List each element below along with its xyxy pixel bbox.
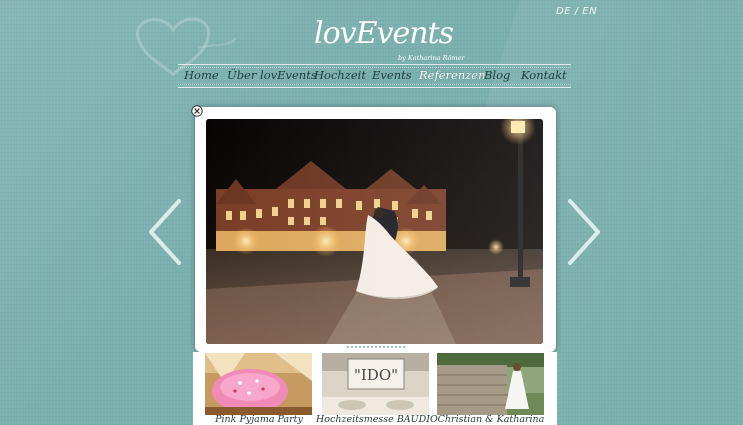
nav-item-home[interactable]: Home — [184, 68, 219, 82]
thumbnail-pink-pyjama-party[interactable] — [205, 353, 312, 415]
pagination-dot[interactable] — [403, 346, 405, 348]
slideshow-pagination — [343, 346, 413, 350]
pagination-dot[interactable] — [343, 346, 345, 348]
lang-en-link[interactable]: EN — [582, 6, 597, 17]
bride-wall-photo — [437, 353, 544, 415]
cupcake-photo — [205, 353, 312, 415]
pagination-dot[interactable] — [375, 346, 377, 348]
slideshow-photo[interactable] — [206, 119, 543, 344]
pagination-dot[interactable] — [387, 346, 389, 348]
lang-de-link[interactable]: DE — [556, 6, 571, 17]
ido-sign-text: "IDO" — [354, 366, 398, 384]
pagination-dot[interactable] — [391, 346, 393, 348]
thumbnail-caption: Hochzeitsmesse BAUDIO — [316, 414, 438, 425]
pagination-dot[interactable] — [371, 346, 373, 348]
language-switch: DE / EN — [556, 6, 597, 17]
pagination-dot[interactable] — [355, 346, 357, 348]
logo-subtitle: by Katharina Römer — [398, 54, 465, 62]
nav-item-wedding[interactable]: Hochzeit — [314, 68, 366, 82]
thumbnail-caption: Christian & Katharina — [437, 414, 545, 425]
nav-item-about[interactable]: Über lovEvents — [227, 68, 317, 82]
pagination-dot[interactable] — [399, 346, 401, 348]
pagination-dot[interactable] — [383, 346, 385, 348]
pagination-dot[interactable] — [351, 346, 353, 348]
nav-item-blog[interactable]: Blog — [484, 68, 510, 82]
lightbox — [195, 107, 556, 352]
thumbnail-caption: Pink Pyjama Party — [215, 414, 303, 425]
nav-item-events[interactable]: Events — [372, 68, 412, 82]
main-nav: Home Über lovEvents Hochzeit Events Refe… — [178, 64, 571, 88]
close-icon[interactable] — [191, 105, 203, 117]
chevron-right-icon[interactable] — [564, 197, 604, 267]
site-logo[interactable]: lovEvents by Katharina Römer — [314, 8, 465, 66]
thumbnail-christian-katharina[interactable] — [437, 353, 544, 415]
chevron-left-icon[interactable] — [145, 197, 185, 267]
pagination-dot[interactable] — [363, 346, 365, 348]
nav-item-references[interactable]: Referenzen — [419, 68, 486, 82]
pagination-dot[interactable] — [359, 346, 361, 348]
logo-text: lovEvents — [314, 16, 454, 51]
pagination-dot[interactable] — [395, 346, 397, 348]
lang-separator: / — [574, 6, 579, 17]
ido-sign-photo: "IDO" — [322, 353, 429, 415]
nav-item-contact[interactable]: Kontakt — [521, 68, 567, 82]
pagination-dot[interactable] — [379, 346, 381, 348]
wedding-night-photo — [206, 119, 543, 344]
thumbnail-hochzeitsmesse[interactable]: "IDO" — [322, 353, 429, 415]
pagination-dot[interactable] — [347, 346, 349, 348]
pagination-dot[interactable] — [367, 346, 369, 348]
